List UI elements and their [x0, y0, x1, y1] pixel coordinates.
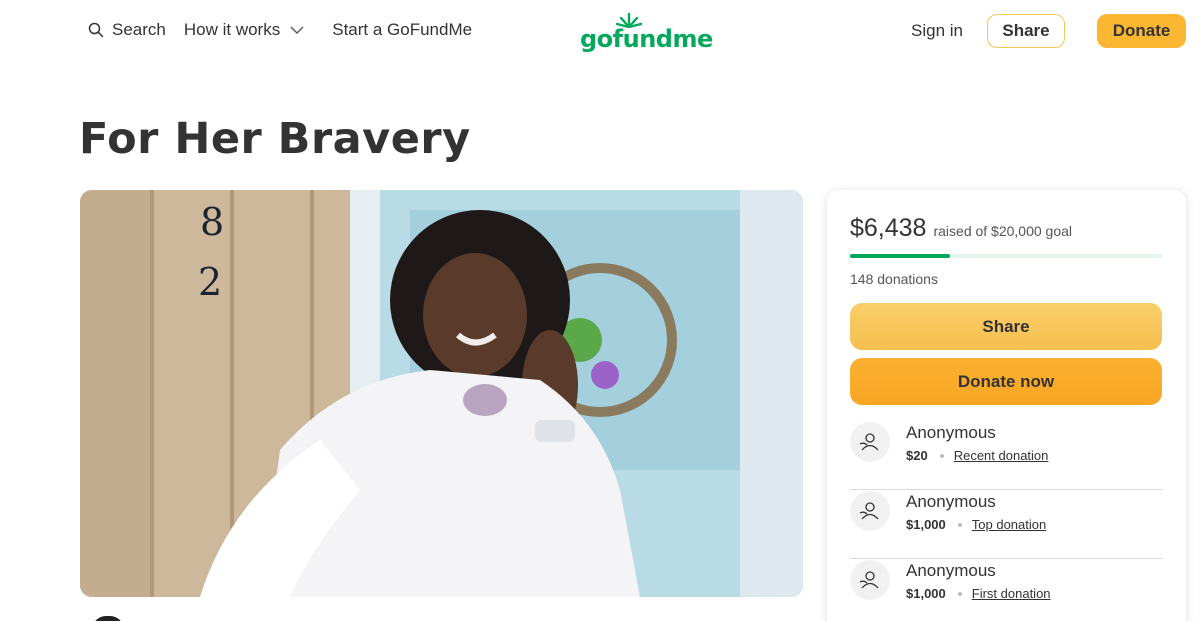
- separator-dot: [957, 522, 962, 527]
- nav-right-group: Sign in Share Donate: [911, 14, 1186, 48]
- donation-item: Anonymous $1,000 Top donation: [850, 490, 1162, 559]
- start-gofundme-label: Start a GoFundMe: [332, 20, 473, 39]
- donation-amount: $1,000: [906, 586, 946, 601]
- logo-wordmark: gofundme: [580, 25, 713, 53]
- svg-text:2: 2: [198, 260, 222, 304]
- chevron-down-icon: [290, 26, 304, 34]
- donation-meta: $20 Recent donation: [906, 448, 1048, 463]
- start-gofundme-link[interactable]: Start a GoFundMe: [332, 20, 472, 40]
- search-label: Search: [112, 20, 166, 39]
- raised-goal-text: raised of $20,000 goal: [933, 223, 1073, 239]
- share-button[interactable]: Share: [850, 303, 1162, 350]
- raised-summary: $6,438 raised of $20,000 goal: [850, 214, 1072, 243]
- donation-meta: $1,000 First donation: [906, 586, 1051, 601]
- sign-in-link[interactable]: Sign in: [911, 21, 963, 41]
- donations-list: Anonymous $20 Recent donation Anonymous …: [850, 421, 1162, 621]
- donation-amount: $20: [906, 448, 928, 463]
- separator-dot: [957, 591, 962, 596]
- search-icon: [88, 22, 104, 38]
- nav-left-group: Search How it works Start a GoFundMe: [88, 20, 472, 40]
- donation-item: Anonymous $1,000 First donation: [850, 559, 1162, 621]
- campaign-photo-image: 8 2: [80, 190, 803, 597]
- header-donate-button[interactable]: Donate: [1097, 14, 1186, 48]
- donor-name: Anonymous: [906, 423, 996, 442]
- top-navigation: Search How it works Start a GoFundMe gof…: [0, 0, 1200, 64]
- how-it-works-label: How it works: [183, 20, 281, 39]
- donation-amount: $1,000: [906, 517, 946, 532]
- donor-avatar-icon: [850, 491, 890, 531]
- donor-avatar-icon: [850, 560, 890, 600]
- campaign-title: For Her Bravery: [79, 114, 471, 164]
- svg-text:8: 8: [200, 200, 224, 244]
- donor-name: Anonymous: [906, 561, 996, 580]
- donation-type-link[interactable]: First donation: [972, 586, 1051, 601]
- separator-dot: [939, 453, 944, 458]
- gofundme-logo[interactable]: gofundme: [580, 12, 713, 53]
- donation-item: Anonymous $20 Recent donation: [850, 421, 1162, 490]
- raised-amount: $6,438: [850, 214, 927, 242]
- progress-bar: [850, 254, 1162, 258]
- donation-meta: $1,000 Top donation: [906, 517, 1046, 532]
- organizer-avatar-partial: [92, 616, 124, 621]
- donations-count: 148 donations: [850, 271, 938, 287]
- search-link[interactable]: Search: [88, 20, 166, 40]
- donation-type-link[interactable]: Top donation: [972, 517, 1046, 532]
- donation-type-link[interactable]: Recent donation: [954, 448, 1049, 463]
- how-it-works-menu[interactable]: How it works: [184, 20, 304, 40]
- donor-name: Anonymous: [906, 492, 996, 511]
- progress-bar-fill: [850, 254, 950, 258]
- header-share-button[interactable]: Share: [987, 14, 1065, 48]
- donor-avatar-icon: [850, 422, 890, 462]
- donation-sidebar: $6,438 raised of $20,000 goal 148 donati…: [827, 190, 1186, 621]
- campaign-photo[interactable]: 8 2: [80, 190, 803, 597]
- donate-now-button[interactable]: Donate now: [850, 358, 1162, 405]
